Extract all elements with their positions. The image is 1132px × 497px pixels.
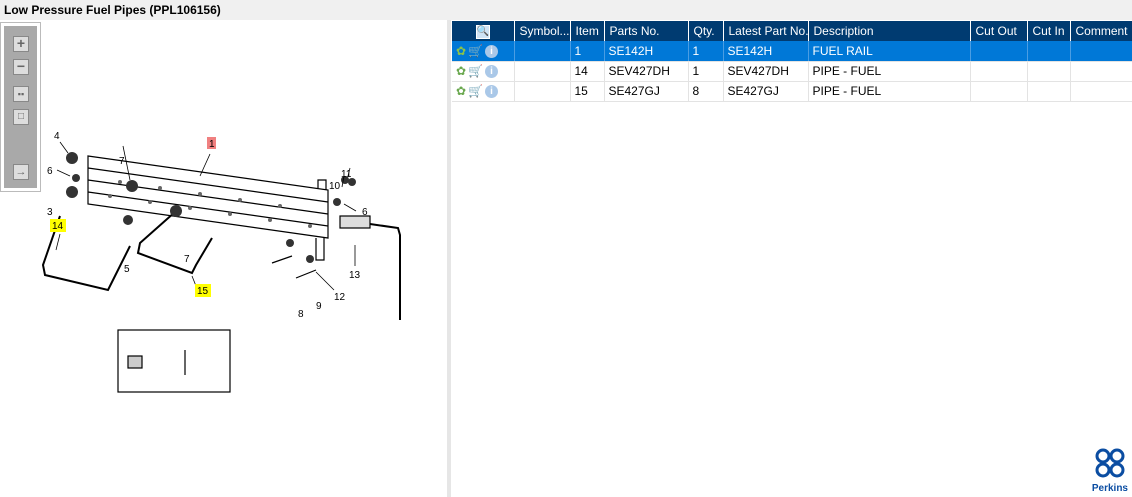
table-row[interactable]: ✿ 🛒 i 14 SEV427DH 1 SEV427DH PIPE - FUEL <box>452 61 1132 82</box>
gear-icon[interactable]: ✿ <box>456 84 466 98</box>
parts-list-panel: 🔍 Symbol... Item Parts No. Qty. Latest P… <box>451 20 1132 497</box>
arrow-right-icon: → <box>15 166 27 178</box>
cell-cut-out <box>970 41 1028 62</box>
column-header-qty[interactable]: Qty. <box>688 21 724 41</box>
column-header-parts-no[interactable]: Parts No. <box>604 21 689 41</box>
cell-description: FUEL RAIL <box>808 41 971 62</box>
table-row[interactable]: ✿ 🛒 i 1 SE142H 1 SE142H FUEL RAIL <box>452 41 1132 62</box>
actual-size-button[interactable]: □ <box>13 109 29 125</box>
cell-qty: 1 <box>688 41 724 62</box>
gear-icon[interactable]: ✿ <box>456 64 466 78</box>
cell-qty: 8 <box>688 81 724 102</box>
toggle-panel-button[interactable]: → <box>13 164 29 180</box>
magnifier-icon: 🔍 <box>475 25 490 39</box>
callout-7[interactable]: 7 <box>184 254 190 265</box>
cell-cut-out <box>970 61 1028 82</box>
parts-diagram: 1 3 4 5 6 6 7 7 8 9 10 11 12 13 14 15 <box>41 131 401 393</box>
cell-comment <box>1070 61 1132 82</box>
cart-icon[interactable]: 🛒 <box>468 84 483 98</box>
cart-icon[interactable]: 🛒 <box>468 44 483 58</box>
cell-cut-in <box>1027 41 1071 62</box>
cell-symbol <box>514 41 571 62</box>
callout-7[interactable]: 7 <box>119 156 125 167</box>
gear-icon[interactable]: ✿ <box>456 44 466 58</box>
column-header-comment[interactable]: Comment <box>1070 21 1132 41</box>
callout-6[interactable]: 6 <box>47 166 53 177</box>
cell-cut-out <box>970 81 1028 102</box>
column-header-description[interactable]: Description <box>808 21 971 41</box>
cell-qty: 1 <box>688 61 724 82</box>
callout-8[interactable]: 8 <box>298 309 304 320</box>
cell-symbol <box>514 81 571 102</box>
callout-6[interactable]: 6 <box>362 207 368 218</box>
fit-all-button[interactable]: ▪▪ <box>13 86 29 102</box>
cell-item: 14 <box>570 61 605 82</box>
cell-comment <box>1070 41 1132 62</box>
info-icon[interactable]: i <box>485 84 499 98</box>
cell-latest-part-no: SE427GJ <box>723 81 809 102</box>
callout-5[interactable]: 5 <box>124 264 130 275</box>
cell-part-no: SE142H <box>604 41 689 62</box>
callout-1[interactable]: 1 <box>209 139 215 150</box>
parts-table: 🔍 Symbol... Item Parts No. Qty. Latest P… <box>452 21 1132 102</box>
table-row[interactable]: ✿ 🛒 i 15 SE427GJ 8 SE427GJ PIPE - FUEL <box>452 81 1132 102</box>
cell-latest-part-no: SE142H <box>723 41 809 62</box>
column-header-symbol[interactable]: Symbol... <box>514 21 571 41</box>
callout-12[interactable]: 12 <box>334 292 346 303</box>
callout-3[interactable]: 3 <box>47 207 53 218</box>
callout-9[interactable]: 9 <box>316 301 322 312</box>
page-title: Low Pressure Fuel Pipes (PPL106156) <box>4 3 221 17</box>
perkins-logo: Perkins <box>1092 446 1128 494</box>
cell-cut-in <box>1027 61 1071 82</box>
column-header-item[interactable]: Item <box>570 21 605 41</box>
cell-cut-in <box>1027 81 1071 102</box>
logo-text: Perkins <box>1091 483 1128 494</box>
cell-description: PIPE - FUEL <box>808 81 971 102</box>
cell-part-no: SEV427DH <box>604 61 689 82</box>
cell-symbol <box>514 61 571 82</box>
square-icon: □ <box>17 111 25 122</box>
column-header-latest-part-no[interactable]: Latest Part No. <box>723 21 809 41</box>
cell-part-no: SE427GJ <box>604 81 689 102</box>
perkins-emblem-icon <box>1095 448 1125 478</box>
callout-15[interactable]: 15 <box>197 286 209 297</box>
column-header-cut-in[interactable]: Cut In <box>1027 21 1071 41</box>
cell-latest-part-no: SEV427DH <box>723 61 809 82</box>
cell-description: PIPE - FUEL <box>808 61 971 82</box>
cell-comment <box>1070 81 1132 102</box>
info-icon[interactable]: i <box>485 64 499 78</box>
zoom-out-button[interactable]: − <box>13 59 29 75</box>
callout-13[interactable]: 13 <box>349 270 361 281</box>
cart-icon[interactable]: 🛒 <box>468 64 483 78</box>
search-column-header[interactable]: 🔍 <box>452 21 515 41</box>
callout-4[interactable]: 4 <box>54 131 60 142</box>
zoom-in-button[interactable]: + <box>13 36 29 52</box>
diagram-panel: 1 3 4 5 6 6 7 7 8 9 10 11 12 13 14 15 + … <box>0 20 447 497</box>
callout-11[interactable]: 11 <box>341 169 352 180</box>
grid-icon: ▪▪ <box>17 89 25 99</box>
cell-item: 1 <box>570 41 605 62</box>
callout-10[interactable]: 10 <box>329 181 341 192</box>
diagram-toolbar: + − ▪▪ □ → <box>0 22 41 192</box>
column-header-cut-out[interactable]: Cut Out <box>970 21 1028 41</box>
callout-14[interactable]: 14 <box>52 221 64 232</box>
cell-item: 15 <box>570 81 605 102</box>
info-icon[interactable]: i <box>485 44 499 58</box>
